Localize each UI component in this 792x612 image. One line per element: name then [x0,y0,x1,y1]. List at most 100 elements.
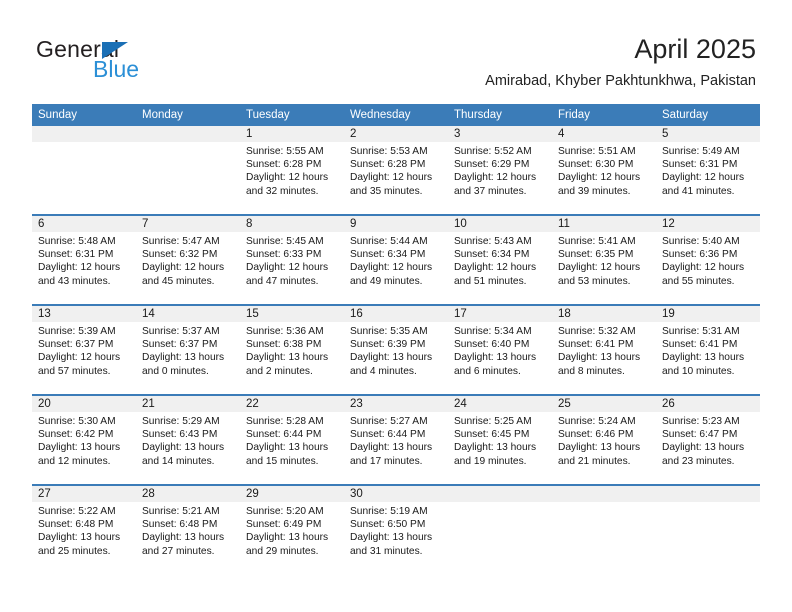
day-number: 2 [344,126,448,142]
sunset-text: Sunset: 6:48 PM [142,519,218,531]
daylight-text: Daylight: 13 hours and 2 minutes. [246,352,329,377]
sunset-text: Sunset: 6:38 PM [246,339,322,351]
day-number [448,486,552,502]
day-cell[interactable]: 26 Sunrise: 5:23 AM Sunset: 6:47 PM Dayl… [656,394,760,485]
sunrise-text: Sunrise: 5:53 AM [350,146,428,157]
day-cell[interactable]: 1 Sunrise: 5:55 AM Sunset: 6:28 PM Dayli… [240,126,344,215]
day-cell[interactable]: 20 Sunrise: 5:30 AM Sunset: 6:42 PM Dayl… [32,394,136,485]
sunrise-text: Sunrise: 5:19 AM [350,506,428,517]
day-details: Sunrise: 5:43 AM Sunset: 6:34 PM Dayligh… [448,232,552,288]
day-details: Sunrise: 5:55 AM Sunset: 6:28 PM Dayligh… [240,142,344,198]
day-cell[interactable]: 7 Sunrise: 5:47 AM Sunset: 6:32 PM Dayli… [136,214,240,305]
day-cell[interactable]: 2 Sunrise: 5:53 AM Sunset: 6:28 PM Dayli… [344,126,448,215]
day-cell[interactable]: 18 Sunrise: 5:32 AM Sunset: 6:41 PM Dayl… [552,304,656,395]
day-cell[interactable]: 28 Sunrise: 5:21 AM Sunset: 6:48 PM Dayl… [136,484,240,574]
daylight-text: Daylight: 13 hours and 19 minutes. [454,442,537,467]
day-number [32,126,136,142]
daylight-text: Daylight: 12 hours and 49 minutes. [350,262,433,287]
brand-logo[interactable]: General Blue [36,36,266,84]
daylight-text: Daylight: 13 hours and 6 minutes. [454,352,537,377]
daylight-text: Daylight: 13 hours and 14 minutes. [142,442,225,467]
day-details: Sunrise: 5:44 AM Sunset: 6:34 PM Dayligh… [344,232,448,288]
daylight-text: Daylight: 12 hours and 53 minutes. [558,262,641,287]
weekday-header-wednesday: Wednesday [344,104,448,126]
day-cell[interactable]: 27 Sunrise: 5:22 AM Sunset: 6:48 PM Dayl… [32,484,136,574]
sunrise-text: Sunrise: 5:27 AM [350,416,428,427]
day-cell[interactable]: 4 Sunrise: 5:51 AM Sunset: 6:30 PM Dayli… [552,126,656,215]
daylight-text: Daylight: 13 hours and 12 minutes. [38,442,121,467]
calendar-page: General Blue April 2025 Amirabad, Khyber… [0,0,792,612]
brand-name-blue: Blue [93,56,140,82]
day-details: Sunrise: 5:48 AM Sunset: 6:31 PM Dayligh… [32,232,136,288]
day-number: 20 [32,396,136,412]
sunrise-text: Sunrise: 5:39 AM [38,326,116,337]
title-block: April 2025 Amirabad, Khyber Pakhtunkhwa,… [485,33,756,91]
day-number: 18 [552,306,656,322]
sunrise-text: Sunrise: 5:45 AM [246,236,324,247]
sunset-text: Sunset: 6:47 PM [662,429,738,441]
day-number: 29 [240,486,344,502]
day-cell[interactable]: 13 Sunrise: 5:39 AM Sunset: 6:37 PM Dayl… [32,304,136,395]
day-details: Sunrise: 5:52 AM Sunset: 6:29 PM Dayligh… [448,142,552,198]
day-cell[interactable]: 9 Sunrise: 5:44 AM Sunset: 6:34 PM Dayli… [344,214,448,305]
calendar-header-row: Sunday Monday Tuesday Wednesday Thursday… [32,104,760,126]
sunset-text: Sunset: 6:42 PM [38,429,114,441]
day-cell[interactable]: 30 Sunrise: 5:19 AM Sunset: 6:50 PM Dayl… [344,484,448,574]
daylight-text: Daylight: 12 hours and 47 minutes. [246,262,329,287]
day-details: Sunrise: 5:39 AM Sunset: 6:37 PM Dayligh… [32,322,136,378]
day-details: Sunrise: 5:25 AM Sunset: 6:45 PM Dayligh… [448,412,552,468]
location-subtitle: Amirabad, Khyber Pakhtunkhwa, Pakistan [485,73,756,89]
weekday-header-monday: Monday [136,104,240,126]
day-cell[interactable]: 5 Sunrise: 5:49 AM Sunset: 6:31 PM Dayli… [656,126,760,215]
daylight-text: Daylight: 12 hours and 32 minutes. [246,172,329,197]
day-details: Sunrise: 5:40 AM Sunset: 6:36 PM Dayligh… [656,232,760,288]
sunset-text: Sunset: 6:46 PM [558,429,634,441]
day-cell[interactable]: 3 Sunrise: 5:52 AM Sunset: 6:29 PM Dayli… [448,126,552,215]
day-cell[interactable]: 21 Sunrise: 5:29 AM Sunset: 6:43 PM Dayl… [136,394,240,485]
day-cell[interactable]: 14 Sunrise: 5:37 AM Sunset: 6:37 PM Dayl… [136,304,240,395]
day-cell[interactable]: 25 Sunrise: 5:24 AM Sunset: 6:46 PM Dayl… [552,394,656,485]
weekday-header-sunday: Sunday [32,104,136,126]
sunrise-text: Sunrise: 5:47 AM [142,236,220,247]
sunrise-text: Sunrise: 5:34 AM [454,326,532,337]
day-details: Sunrise: 5:21 AM Sunset: 6:48 PM Dayligh… [136,502,240,558]
sunrise-text: Sunrise: 5:30 AM [38,416,116,427]
day-cell[interactable]: 16 Sunrise: 5:35 AM Sunset: 6:39 PM Dayl… [344,304,448,395]
day-details: Sunrise: 5:36 AM Sunset: 6:38 PM Dayligh… [240,322,344,378]
sunrise-text: Sunrise: 5:21 AM [142,506,220,517]
day-cell[interactable]: 23 Sunrise: 5:27 AM Sunset: 6:44 PM Dayl… [344,394,448,485]
calendar-week-row: 20 Sunrise: 5:30 AM Sunset: 6:42 PM Dayl… [32,394,760,485]
day-cell[interactable]: 22 Sunrise: 5:28 AM Sunset: 6:44 PM Dayl… [240,394,344,485]
day-details: Sunrise: 5:23 AM Sunset: 6:47 PM Dayligh… [656,412,760,468]
day-details: Sunrise: 5:53 AM Sunset: 6:28 PM Dayligh… [344,142,448,198]
day-cell[interactable]: 17 Sunrise: 5:34 AM Sunset: 6:40 PM Dayl… [448,304,552,395]
day-number: 3 [448,126,552,142]
sunset-text: Sunset: 6:39 PM [350,339,426,351]
daylight-text: Daylight: 13 hours and 23 minutes. [662,442,745,467]
sunset-text: Sunset: 6:44 PM [350,429,426,441]
sunrise-text: Sunrise: 5:55 AM [246,146,324,157]
day-number: 5 [656,126,760,142]
day-details: Sunrise: 5:31 AM Sunset: 6:41 PM Dayligh… [656,322,760,378]
day-cell[interactable]: 8 Sunrise: 5:45 AM Sunset: 6:33 PM Dayli… [240,214,344,305]
day-cell-empty [552,484,656,574]
sunset-text: Sunset: 6:32 PM [142,249,218,261]
day-cell[interactable]: 10 Sunrise: 5:43 AM Sunset: 6:34 PM Dayl… [448,214,552,305]
daylight-text: Daylight: 12 hours and 55 minutes. [662,262,745,287]
daylight-text: Daylight: 12 hours and 45 minutes. [142,262,225,287]
day-cell[interactable]: 12 Sunrise: 5:40 AM Sunset: 6:36 PM Dayl… [656,214,760,305]
day-cell[interactable]: 19 Sunrise: 5:31 AM Sunset: 6:41 PM Dayl… [656,304,760,395]
day-cell[interactable]: 29 Sunrise: 5:20 AM Sunset: 6:49 PM Dayl… [240,484,344,574]
sunset-text: Sunset: 6:34 PM [350,249,426,261]
day-cell[interactable]: 15 Sunrise: 5:36 AM Sunset: 6:38 PM Dayl… [240,304,344,395]
day-cell[interactable]: 24 Sunrise: 5:25 AM Sunset: 6:45 PM Dayl… [448,394,552,485]
sunset-text: Sunset: 6:45 PM [454,429,530,441]
day-cell[interactable]: 6 Sunrise: 5:48 AM Sunset: 6:31 PM Dayli… [32,214,136,305]
day-number [552,486,656,502]
day-number: 26 [656,396,760,412]
sunset-text: Sunset: 6:41 PM [662,339,738,351]
day-cell[interactable]: 11 Sunrise: 5:41 AM Sunset: 6:35 PM Dayl… [552,214,656,305]
sunrise-text: Sunrise: 5:29 AM [142,416,220,427]
day-details: Sunrise: 5:49 AM Sunset: 6:31 PM Dayligh… [656,142,760,198]
sunrise-text: Sunrise: 5:36 AM [246,326,324,337]
